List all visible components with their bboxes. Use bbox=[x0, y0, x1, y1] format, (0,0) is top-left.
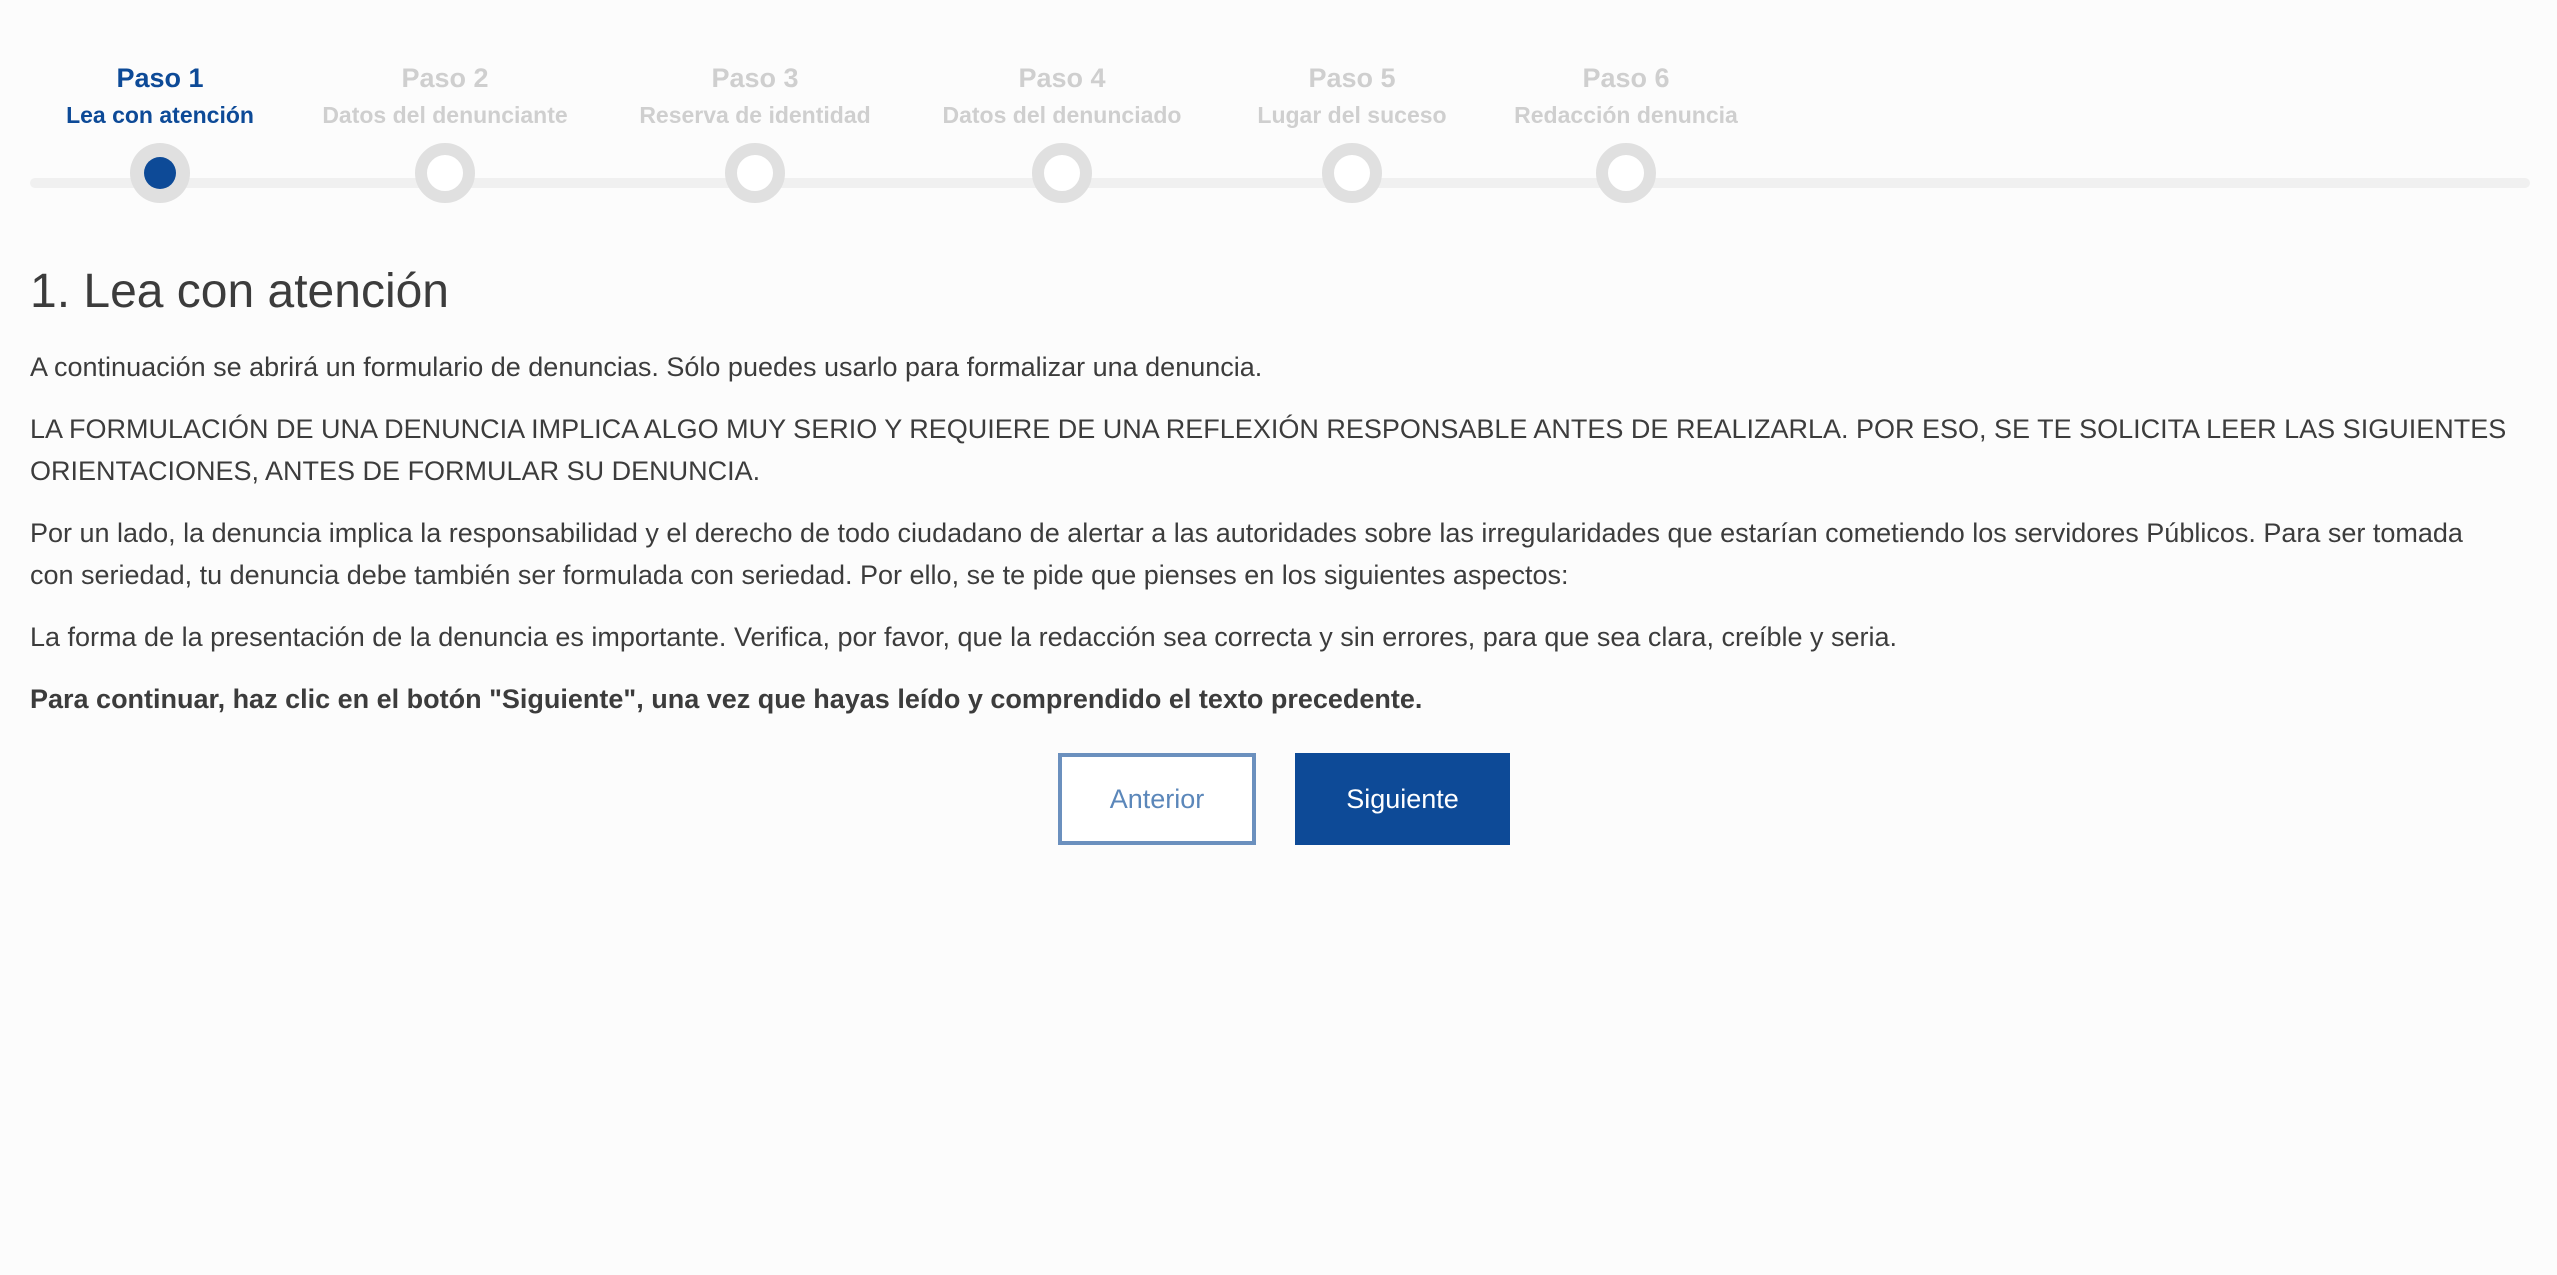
stepper: Paso 1 Lea con atención Paso 2 Datos del… bbox=[30, 60, 2530, 210]
warning-paragraph: LA FORMULACIÓN DE UNA DENUNCIA IMPLICA A… bbox=[30, 414, 2507, 486]
step-title: Paso 5 bbox=[1308, 63, 1396, 93]
step-title: Paso 4 bbox=[1018, 63, 1106, 93]
page-title: 1. Lea con atención bbox=[30, 265, 449, 318]
step-dot[interactable] bbox=[1032, 143, 1092, 203]
step-1[interactable]: Paso 1 Lea con atención bbox=[10, 60, 310, 203]
step-subtitle: Redacción denuncia bbox=[1514, 102, 1738, 128]
step-4[interactable]: Paso 4 Datos del denunciado bbox=[912, 60, 1212, 203]
step-dot[interactable] bbox=[1596, 143, 1656, 203]
step-2[interactable]: Paso 2 Datos del denunciante bbox=[295, 60, 595, 203]
step-dot[interactable] bbox=[415, 143, 475, 203]
step-subtitle: Reserva de identidad bbox=[639, 102, 871, 128]
step-dot-active[interactable] bbox=[130, 143, 190, 203]
step-3[interactable]: Paso 3 Reserva de identidad bbox=[605, 60, 905, 203]
step-title: Paso 2 bbox=[401, 63, 489, 93]
step-dot[interactable] bbox=[725, 143, 785, 203]
step-title: Paso 6 bbox=[1582, 63, 1670, 93]
step-subtitle: Datos del denunciante bbox=[322, 102, 568, 128]
presentation-paragraph: La forma de la presentación de la denunc… bbox=[30, 622, 1898, 652]
intro-paragraph: A continuación se abrirá un formulario d… bbox=[30, 352, 1263, 382]
next-button[interactable]: Siguiente bbox=[1295, 753, 1510, 845]
step-subtitle: Lea con atención bbox=[66, 102, 254, 128]
instruction-paragraph: Para continuar, haz clic en el botón "Si… bbox=[30, 684, 1423, 714]
step-dot[interactable] bbox=[1322, 143, 1382, 203]
step-subtitle: Lugar del suceso bbox=[1257, 102, 1447, 128]
step-title: Paso 3 bbox=[711, 63, 799, 93]
responsibility-paragraph: Por un lado, la denuncia implica la resp… bbox=[30, 518, 2463, 590]
stepper-track bbox=[30, 178, 2530, 188]
step-5[interactable]: Paso 5 Lugar del suceso bbox=[1202, 60, 1502, 203]
step-subtitle: Datos del denunciado bbox=[942, 102, 1182, 128]
previous-button[interactable]: Anterior bbox=[1058, 753, 1256, 845]
step-title: Paso 1 bbox=[116, 63, 204, 93]
step-6[interactable]: Paso 6 Redacción denuncia bbox=[1476, 60, 1776, 203]
main-content: 1. Lea con atención A continuación se ab… bbox=[30, 260, 2510, 740]
page: Paso 1 Lea con atención Paso 2 Datos del… bbox=[0, 0, 2557, 1275]
